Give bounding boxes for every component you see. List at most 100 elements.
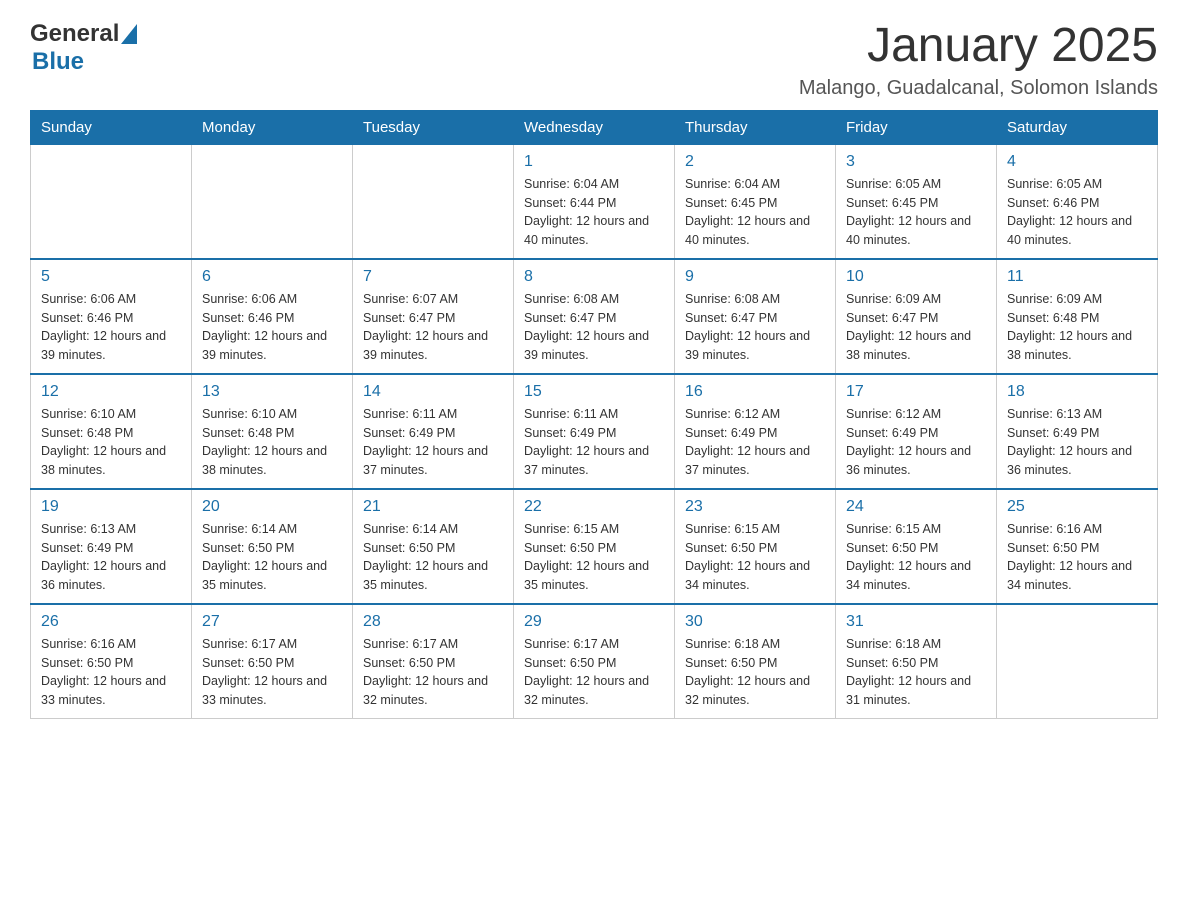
calendar-cell (31, 144, 192, 259)
day-info: Sunrise: 6:08 AMSunset: 6:47 PMDaylight:… (685, 290, 825, 365)
day-info: Sunrise: 6:04 AMSunset: 6:45 PMDaylight:… (685, 175, 825, 250)
day-info: Sunrise: 6:13 AMSunset: 6:49 PMDaylight:… (1007, 405, 1147, 480)
calendar-cell: 6 Sunrise: 6:06 AMSunset: 6:46 PMDaylight… (192, 259, 353, 374)
column-header-thursday: Thursday (675, 110, 836, 144)
calendar-cell (192, 144, 353, 259)
column-header-friday: Friday (836, 110, 997, 144)
calendar-cell: 19Sunrise: 6:13 AMSunset: 6:49 PMDayligh… (31, 489, 192, 604)
calendar-cell: 27 Sunrise: 6:17 AMSunset: 6:50 PMDayligh… (192, 604, 353, 719)
month-title: January 2025 (799, 20, 1158, 73)
day-number: 28 (363, 613, 503, 631)
day-info: Sunrise: 6:15 AMSunset: 6:50 PMDaylight:… (685, 520, 825, 595)
day-number: 10 (846, 268, 986, 286)
day-info: Sunrise: 6:17 AMSunset: 6:50 PMDaylight:… (202, 635, 342, 710)
day-info: Sunrise: 6:08 AMSunset: 6:47 PMDaylight:… (524, 290, 664, 365)
location-subtitle: Malango, Guadalcanal, Solomon Islands (799, 77, 1158, 100)
day-number: 17 (846, 383, 986, 401)
day-info: Sunrise: 6:11 AMSunset: 6:49 PMDaylight:… (524, 405, 664, 480)
calendar-cell: 18 Sunrise: 6:13 AMSunset: 6:49 PMDayligh… (997, 374, 1158, 489)
calendar-week-2: 5 Sunrise: 6:06 AMSunset: 6:46 PMDaylight… (31, 259, 1158, 374)
calendar-week-1: 1 Sunrise: 6:04 AMSunset: 6:44 PMDaylight… (31, 144, 1158, 259)
day-info: Sunrise: 6:04 AMSunset: 6:44 PMDaylight:… (524, 175, 664, 250)
day-number: 1 (524, 153, 664, 171)
day-number: 2 (685, 153, 825, 171)
calendar-cell: 10 Sunrise: 6:09 AMSunset: 6:47 PMDayligh… (836, 259, 997, 374)
calendar-week-5: 26 Sunrise: 6:16 AMSunset: 6:50 PMDayligh… (31, 604, 1158, 719)
day-number: 3 (846, 153, 986, 171)
calendar-cell: 23 Sunrise: 6:15 AMSunset: 6:50 PMDayligh… (675, 489, 836, 604)
day-number: 31 (846, 613, 986, 631)
calendar-table: SundayMondayTuesdayWednesdayThursdayFrid… (30, 110, 1158, 719)
calendar-week-3: 12 Sunrise: 6:10 AMSunset: 6:48 PMDayligh… (31, 374, 1158, 489)
day-info: Sunrise: 6:17 AMSunset: 6:50 PMDaylight:… (524, 635, 664, 710)
calendar-cell (353, 144, 514, 259)
day-number: 26 (41, 613, 181, 631)
title-section: January 2025 Malango, Guadalcanal, Solom… (799, 20, 1158, 100)
column-header-tuesday: Tuesday (353, 110, 514, 144)
column-header-saturday: Saturday (997, 110, 1158, 144)
calendar-cell: 28 Sunrise: 6:17 AMSunset: 6:50 PMDayligh… (353, 604, 514, 719)
day-number: 23 (685, 498, 825, 516)
calendar-cell: 30 Sunrise: 6:18 AMSunset: 6:50 PMDayligh… (675, 604, 836, 719)
day-info: Sunrise: 6:11 AMSunset: 6:49 PMDaylight:… (363, 405, 503, 480)
calendar-cell: 1 Sunrise: 6:04 AMSunset: 6:44 PMDaylight… (514, 144, 675, 259)
day-number: 15 (524, 383, 664, 401)
day-info: Sunrise: 6:06 AMSunset: 6:46 PMDaylight:… (41, 290, 181, 365)
calendar-cell: 13 Sunrise: 6:10 AMSunset: 6:48 PMDayligh… (192, 374, 353, 489)
day-number: 9 (685, 268, 825, 286)
calendar-cell: 31 Sunrise: 6:18 AMSunset: 6:50 PMDayligh… (836, 604, 997, 719)
day-info: Sunrise: 6:16 AMSunset: 6:50 PMDaylight:… (1007, 520, 1147, 595)
calendar-cell: 12Sunrise: 6:10 AMSunset: 6:48 PMDayligh… (31, 374, 192, 489)
day-info: Sunrise: 6:15 AMSunset: 6:50 PMDaylight:… (846, 520, 986, 595)
calendar-cell: 26 Sunrise: 6:16 AMSunset: 6:50 PMDayligh… (31, 604, 192, 719)
day-info: Sunrise: 6:18 AMSunset: 6:50 PMDaylight:… (685, 635, 825, 710)
calendar-cell (997, 604, 1158, 719)
day-number: 24 (846, 498, 986, 516)
page-header: General Blue January 2025 Malango, Guada… (30, 20, 1158, 100)
calendar-cell: 9 Sunrise: 6:08 AMSunset: 6:47 PMDaylight… (675, 259, 836, 374)
calendar-cell: 29 Sunrise: 6:17 AMSunset: 6:50 PMDayligh… (514, 604, 675, 719)
day-info: Sunrise: 6:10 AMSunset: 6:48 PMDaylight:… (202, 405, 342, 480)
day-number: 25 (1007, 498, 1147, 516)
day-number: 30 (685, 613, 825, 631)
day-info: Sunrise: 6:14 AMSunset: 6:50 PMDaylight:… (363, 520, 503, 595)
day-info: Sunrise: 6:16 AMSunset: 6:50 PMDaylight:… (41, 635, 181, 710)
day-info: Sunrise: 6:13 AMSunset: 6:49 PMDaylight:… (41, 520, 181, 595)
calendar-cell: 15 Sunrise: 6:11 AMSunset: 6:49 PMDayligh… (514, 374, 675, 489)
day-info: Sunrise: 6:06 AMSunset: 6:46 PMDaylight:… (202, 290, 342, 365)
day-info: Sunrise: 6:14 AMSunset: 6:50 PMDaylight:… (202, 520, 342, 595)
day-number: 8 (524, 268, 664, 286)
day-info: Sunrise: 6:09 AMSunset: 6:47 PMDaylight:… (846, 290, 986, 365)
day-info: Sunrise: 6:17 AMSunset: 6:50 PMDaylight:… (363, 635, 503, 710)
day-number: 11 (1007, 268, 1147, 286)
day-number: 18 (1007, 383, 1147, 401)
calendar-cell: 20 Sunrise: 6:14 AMSunset: 6:50 PMDayligh… (192, 489, 353, 604)
calendar-cell: 7Sunrise: 6:07 AMSunset: 6:47 PMDaylight… (353, 259, 514, 374)
day-number: 22 (524, 498, 664, 516)
day-info: Sunrise: 6:18 AMSunset: 6:50 PMDaylight:… (846, 635, 986, 710)
day-number: 12 (41, 383, 181, 401)
day-info: Sunrise: 6:07 AMSunset: 6:47 PMDaylight:… (363, 290, 503, 365)
day-number: 29 (524, 613, 664, 631)
calendar-week-4: 19Sunrise: 6:13 AMSunset: 6:49 PMDayligh… (31, 489, 1158, 604)
column-header-sunday: Sunday (31, 110, 192, 144)
day-number: 14 (363, 383, 503, 401)
day-info: Sunrise: 6:05 AMSunset: 6:46 PMDaylight:… (1007, 175, 1147, 250)
day-number: 20 (202, 498, 342, 516)
day-number: 27 (202, 613, 342, 631)
calendar-cell: 8 Sunrise: 6:08 AMSunset: 6:47 PMDaylight… (514, 259, 675, 374)
day-number: 6 (202, 268, 342, 286)
logo-blue-text: Blue (32, 48, 84, 75)
calendar-cell: 16Sunrise: 6:12 AMSunset: 6:49 PMDayligh… (675, 374, 836, 489)
logo-general-text: General (30, 20, 119, 48)
day-number: 21 (363, 498, 503, 516)
day-number: 5 (41, 268, 181, 286)
calendar-cell: 3Sunrise: 6:05 AMSunset: 6:45 PMDaylight… (836, 144, 997, 259)
calendar-cell: 17Sunrise: 6:12 AMSunset: 6:49 PMDayligh… (836, 374, 997, 489)
day-number: 13 (202, 383, 342, 401)
calendar-cell: 24 Sunrise: 6:15 AMSunset: 6:50 PMDayligh… (836, 489, 997, 604)
calendar-header-row: SundayMondayTuesdayWednesdayThursdayFrid… (31, 110, 1158, 144)
calendar-cell: 2 Sunrise: 6:04 AMSunset: 6:45 PMDaylight… (675, 144, 836, 259)
calendar-cell: 11 Sunrise: 6:09 AMSunset: 6:48 PMDayligh… (997, 259, 1158, 374)
day-info: Sunrise: 6:09 AMSunset: 6:48 PMDaylight:… (1007, 290, 1147, 365)
